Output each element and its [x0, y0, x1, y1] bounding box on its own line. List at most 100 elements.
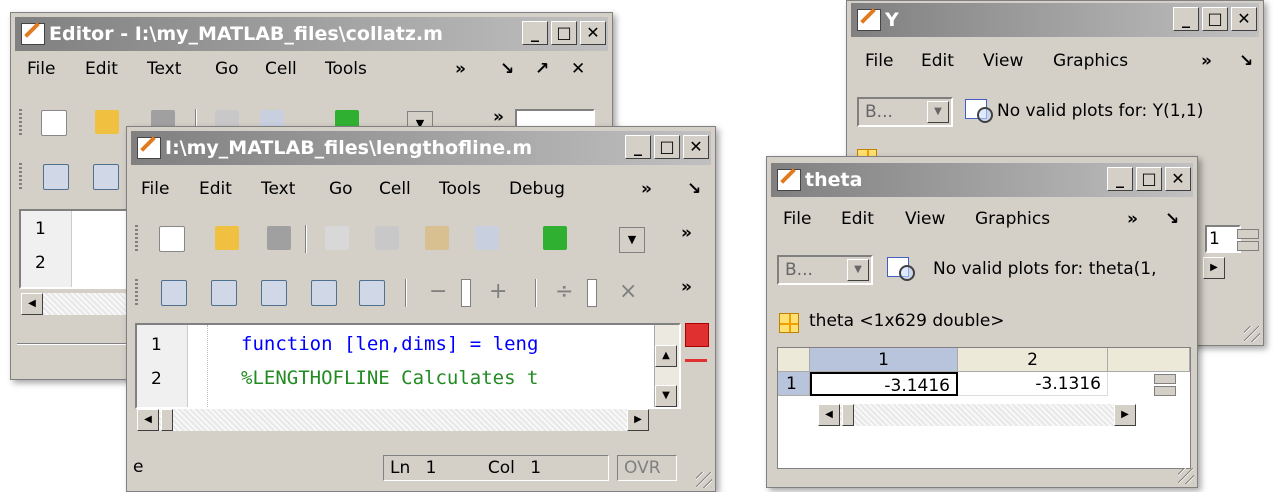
- column-header[interactable]: [1108, 348, 1190, 372]
- minimize-button[interactable]: _: [522, 21, 548, 45]
- copy-icon[interactable]: [375, 226, 399, 250]
- dock-icon[interactable]: ↘: [1165, 209, 1179, 229]
- cell-advance-icon[interactable]: [93, 164, 119, 190]
- column-header[interactable]: 2: [958, 348, 1108, 372]
- minimize-button[interactable]: _: [625, 135, 651, 159]
- scroll-left-button[interactable]: ◀: [818, 404, 840, 426]
- horizontal-scrollbar[interactable]: ◀ ▶: [137, 409, 649, 431]
- code-line-2[interactable]: %LENGTHOFLINE Calculates t: [241, 367, 653, 389]
- new-file-icon[interactable]: [41, 110, 67, 136]
- scroll-up-button[interactable]: ▲: [655, 345, 677, 367]
- menu-cell[interactable]: Cell: [379, 179, 411, 199]
- menu-file[interactable]: File: [27, 59, 55, 79]
- divide-icon[interactable]: ÷: [555, 279, 573, 304]
- menu-more-icon[interactable]: »: [455, 59, 466, 79]
- corner-header[interactable]: [778, 348, 810, 372]
- paste-icon[interactable]: [425, 226, 449, 250]
- spinner[interactable]: [1154, 374, 1176, 396]
- cell-next-icon[interactable]: [359, 280, 385, 306]
- menu-edit[interactable]: Edit: [841, 209, 874, 229]
- plot-catalog-icon[interactable]: [885, 255, 915, 283]
- save-icon[interactable]: [267, 226, 291, 250]
- close-doc-icon[interactable]: ✕: [571, 59, 585, 79]
- maximize-button[interactable]: □: [551, 21, 577, 45]
- close-button[interactable]: ✕: [1231, 7, 1257, 31]
- menu-cell[interactable]: Cell: [265, 59, 297, 79]
- dock-icon[interactable]: ↘: [500, 59, 514, 79]
- menu-text[interactable]: Text: [261, 179, 295, 199]
- horizontal-scrollbar[interactable]: ◀ ▶: [818, 404, 1136, 426]
- dock-icon[interactable]: ↘: [1239, 51, 1253, 71]
- toolbar-more-icon[interactable]: »: [681, 277, 692, 297]
- menu-edit[interactable]: Edit: [921, 51, 954, 71]
- scroll-left-button[interactable]: ◀: [137, 409, 159, 431]
- vertical-scrollbar[interactable]: ▲ ▼: [654, 325, 679, 407]
- spinner[interactable]: [1237, 229, 1259, 251]
- title-bar[interactable]: I:\my_MATLAB_files\lengthofline.m _ □ ✕: [131, 131, 711, 165]
- menu-more-icon[interactable]: »: [1201, 51, 1212, 71]
- scroll-down-button[interactable]: ▼: [655, 385, 677, 407]
- maximize-button[interactable]: □: [1202, 7, 1228, 31]
- close-button[interactable]: ✕: [683, 135, 709, 159]
- new-file-icon[interactable]: [159, 226, 185, 252]
- menu-more-icon[interactable]: »: [1127, 209, 1138, 229]
- menu-file[interactable]: File: [141, 179, 169, 199]
- maximize-button[interactable]: □: [1136, 167, 1162, 191]
- menu-go[interactable]: Go: [215, 59, 239, 79]
- menu-file[interactable]: File: [783, 209, 811, 229]
- menu-go[interactable]: Go: [329, 179, 353, 199]
- toolbar-grip[interactable]: [135, 279, 138, 307]
- row-header[interactable]: 1: [778, 372, 810, 396]
- cell-insert-icon[interactable]: [261, 280, 287, 306]
- title-bar[interactable]: Editor - I:\my_MATLAB_files\collatz.m _ …: [15, 17, 608, 51]
- decrement-icon[interactable]: −: [429, 279, 447, 304]
- increment-value-field[interactable]: [461, 279, 471, 307]
- menu-text[interactable]: Text: [147, 59, 181, 79]
- maximize-button[interactable]: □: [654, 135, 680, 159]
- menu-file[interactable]: File: [865, 51, 893, 71]
- table-cell[interactable]: -3.1316: [958, 372, 1108, 396]
- menu-tools[interactable]: Tools: [439, 179, 481, 199]
- scroll-thumb[interactable]: [161, 409, 173, 431]
- table-cell[interactable]: -3.1416: [810, 372, 958, 396]
- undock-icon[interactable]: ↗: [535, 59, 549, 79]
- toolbar-more-icon[interactable]: »: [681, 223, 692, 243]
- minimize-button[interactable]: _: [1173, 7, 1199, 31]
- scroll-right-button[interactable]: ▶: [1203, 257, 1225, 279]
- increment-icon[interactable]: +: [489, 279, 507, 304]
- cell-eval-icon[interactable]: [43, 164, 69, 190]
- variable-table[interactable]: 1 2 1 -3.1416 -3.1316 ◀ ▶: [777, 347, 1191, 469]
- plot-selector-combo[interactable]: B... ▼: [777, 255, 873, 285]
- run-dropdown[interactable]: ▼: [619, 227, 645, 253]
- title-bar[interactable]: Y _ □ ✕: [851, 3, 1259, 37]
- cut-icon[interactable]: [325, 226, 349, 250]
- cell-prev-icon[interactable]: [311, 280, 337, 306]
- menu-view[interactable]: View: [983, 51, 1023, 71]
- scroll-right-button[interactable]: ▶: [627, 409, 649, 431]
- value-field[interactable]: 1: [1205, 225, 1241, 253]
- scroll-thumb[interactable]: [842, 404, 854, 426]
- variable-editor-theta[interactable]: theta _ □ ✕ File Edit View Graphics » ↘ …: [766, 156, 1198, 488]
- column-header[interactable]: 1: [810, 348, 958, 372]
- menu-tools[interactable]: Tools: [325, 59, 367, 79]
- title-bar[interactable]: theta _ □ ✕: [771, 163, 1193, 197]
- code-line-1[interactable]: function [len,dims] = leng: [241, 333, 653, 355]
- dock-icon[interactable]: ↘: [687, 179, 701, 199]
- menu-view[interactable]: View: [905, 209, 945, 229]
- open-folder-icon[interactable]: [95, 110, 119, 134]
- code-area[interactable]: 1 2 function [len,dims] = leng %LENGTHOF…: [135, 323, 681, 409]
- error-indicator-icon[interactable]: [685, 323, 709, 347]
- error-marker[interactable]: [685, 359, 707, 362]
- scroll-left-button[interactable]: ◀: [21, 293, 43, 315]
- plot-selector-combo[interactable]: B... ▼: [857, 97, 953, 127]
- resize-grip[interactable]: [696, 472, 712, 488]
- menu-edit[interactable]: Edit: [199, 179, 232, 199]
- close-button[interactable]: ✕: [1165, 167, 1191, 191]
- scroll-right-button[interactable]: ▶: [1114, 404, 1136, 426]
- menu-graphics[interactable]: Graphics: [975, 209, 1050, 229]
- toolbar-more-icon[interactable]: »: [493, 107, 504, 127]
- multiply-icon[interactable]: ×: [619, 279, 637, 304]
- scale-value-field[interactable]: [587, 279, 597, 307]
- toolbar-grip[interactable]: [135, 225, 138, 253]
- cell-advance-icon[interactable]: [211, 280, 237, 306]
